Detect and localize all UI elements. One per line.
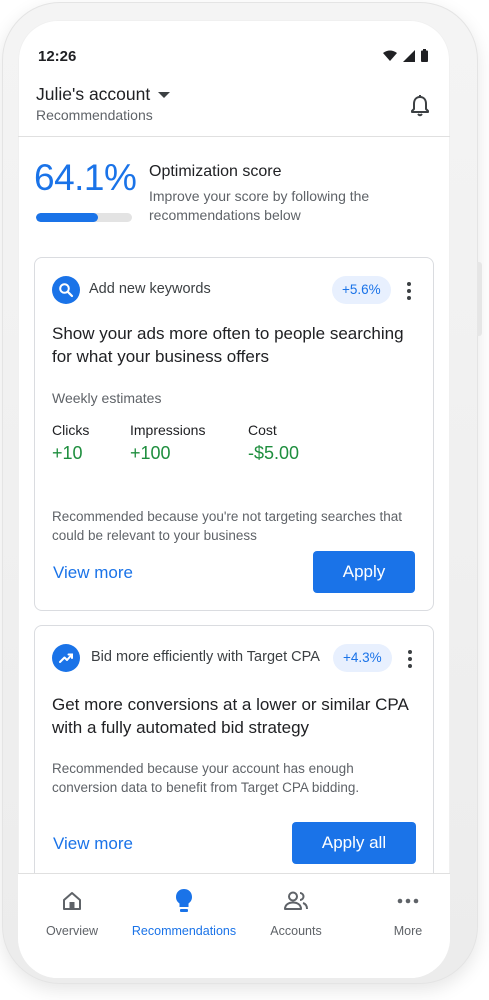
metric-label: Impressions bbox=[130, 422, 206, 438]
metric-label: Clicks bbox=[52, 422, 90, 438]
account-switcher[interactable]: Julie's account bbox=[36, 84, 171, 105]
metric-impressions: Impressions +100 bbox=[130, 422, 205, 464]
nav-item-accounts[interactable]: Accounts bbox=[242, 886, 350, 938]
nav-label: Recommendations bbox=[131, 924, 237, 938]
notifications-bell-icon[interactable] bbox=[404, 90, 436, 122]
status-time: 12:26 bbox=[38, 48, 77, 65]
home-icon bbox=[61, 886, 83, 916]
search-icon bbox=[52, 276, 80, 304]
nav-label: More bbox=[393, 924, 423, 938]
more-horiz-icon bbox=[397, 886, 419, 916]
metric-label: Cost bbox=[248, 422, 277, 438]
nav-item-overview[interactable]: Overview bbox=[18, 886, 126, 938]
status-icons bbox=[383, 49, 428, 67]
metric-value: +100 bbox=[130, 443, 171, 463]
lightbulb-icon bbox=[174, 886, 194, 916]
caret-down-icon bbox=[158, 91, 171, 98]
recommendation-type-label: Bid more efficiently with Target CPA bbox=[91, 649, 320, 665]
header-divider bbox=[18, 136, 450, 137]
status-bar: 12:26 bbox=[18, 20, 450, 92]
accounts-icon bbox=[282, 886, 310, 916]
metric-value: -$5.00 bbox=[248, 443, 300, 463]
account-name: Julie's account bbox=[36, 84, 151, 104]
nav-item-more[interactable]: More bbox=[354, 886, 450, 938]
optimization-score-title: Optimization score bbox=[149, 163, 282, 180]
score-uplift-chip: +4.3% bbox=[333, 644, 392, 672]
wifi-icon bbox=[383, 49, 397, 67]
more-options-icon[interactable] bbox=[402, 646, 418, 672]
metric-value: +10 bbox=[52, 443, 83, 463]
optimization-score-description: Improve your score by following the reco… bbox=[149, 188, 370, 223]
apply-all-button[interactable]: Apply all bbox=[292, 822, 416, 864]
trending-up-icon bbox=[52, 644, 80, 672]
recommendation-headline: Get more conversions at a lower or simil… bbox=[52, 695, 408, 737]
recommendation-headline: Show your ads more often to people searc… bbox=[52, 324, 404, 366]
recommendation-card-keywords: Add new keywords +5.6% Show your ads mor… bbox=[34, 257, 434, 611]
nav-item-recommendations[interactable]: Recommendations bbox=[130, 886, 238, 938]
apply-button[interactable]: Apply bbox=[313, 551, 415, 593]
metric-clicks: Clicks +10 bbox=[52, 422, 89, 464]
optimization-score-fill bbox=[36, 213, 98, 222]
recommendation-reason: Recommended because you're not targeting… bbox=[52, 509, 403, 543]
signal-icon bbox=[403, 49, 415, 67]
bottom-navigation: Overview Recommendations Accounts More bbox=[18, 873, 450, 978]
nav-label: Accounts bbox=[270, 924, 322, 938]
recommendation-type-label: Add new keywords bbox=[89, 281, 211, 297]
view-more-link[interactable]: View more bbox=[53, 563, 133, 583]
nav-label: Overview bbox=[45, 924, 99, 938]
battery-icon bbox=[421, 49, 428, 67]
metric-cost: Cost -$5.00 bbox=[248, 422, 299, 464]
weekly-estimates-label: Weekly estimates bbox=[52, 390, 162, 406]
recommendation-reason: Recommended because your account has eno… bbox=[52, 761, 360, 795]
phone-screen: 12:26 Julie's account Recommendations 64… bbox=[18, 20, 450, 978]
view-more-link[interactable]: View more bbox=[53, 834, 133, 854]
phone-side-button bbox=[477, 262, 482, 336]
optimization-score-bar bbox=[36, 213, 132, 222]
optimization-score-value: 64.1% bbox=[34, 157, 137, 198]
more-options-icon[interactable] bbox=[401, 278, 417, 304]
score-uplift-chip: +5.6% bbox=[332, 276, 391, 304]
page-subtitle: Recommendations bbox=[36, 107, 153, 123]
